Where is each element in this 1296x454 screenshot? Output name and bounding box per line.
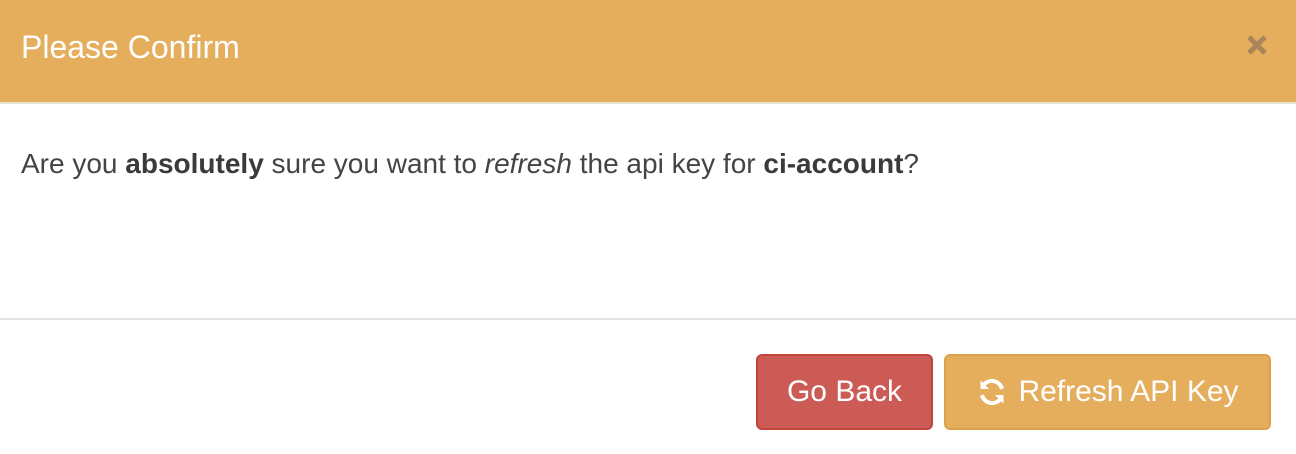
dialog-title: Please Confirm <box>21 29 240 65</box>
message-suffix: ? <box>903 148 919 179</box>
message-emphasis-refresh: refresh <box>484 148 572 179</box>
message-middle: sure you want to <box>263 148 485 179</box>
close-button[interactable] <box>1240 28 1274 62</box>
confirm-message: Are you absolutely sure you want to refr… <box>21 144 919 184</box>
message-emphasis-absolutely: absolutely <box>125 148 264 179</box>
refresh-api-key-button[interactable]: Refresh API Key <box>944 354 1271 430</box>
dialog-body: Are you absolutely sure you want to refr… <box>0 104 1296 318</box>
close-icon <box>1240 28 1274 62</box>
confirm-dialog: Please Confirm Are you absolutely sure y… <box>0 0 1296 454</box>
go-back-button[interactable]: Go Back <box>756 354 933 430</box>
account-name: ci-account <box>763 148 904 179</box>
message-middle-2: the api key for <box>571 148 764 179</box>
go-back-label: Go Back <box>786 375 903 408</box>
refresh-api-key-label: Refresh API Key <box>1018 375 1239 408</box>
dialog-header: Please Confirm <box>0 0 1296 104</box>
refresh-icon <box>976 376 1008 408</box>
message-prefix: Are you <box>21 148 126 179</box>
dialog-footer: Go Back Refresh API Key <box>0 318 1296 454</box>
